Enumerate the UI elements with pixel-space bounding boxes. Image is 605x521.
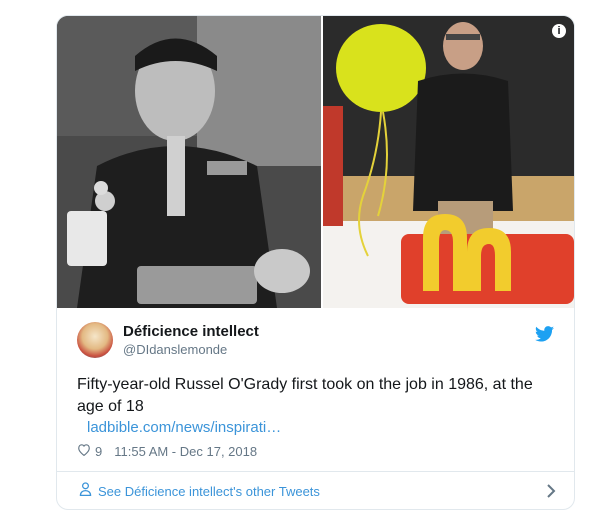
tweet-link[interactable]: ladbible.com/news/inspirati…	[87, 419, 281, 436]
heart-icon[interactable]	[77, 443, 91, 459]
display-name[interactable]: Déficience intellect	[123, 322, 259, 341]
photo-right-illustration	[323, 16, 574, 308]
tweet-text: Fifty-year-old Russel O'Grady first took…	[77, 376, 533, 415]
photo-left-illustration	[57, 16, 321, 308]
person-icon	[79, 482, 92, 501]
timestamp[interactable]: 11:55 AM - Dec 17, 2018	[114, 444, 257, 459]
tweet-photos[interactable]: i	[57, 16, 574, 308]
handle[interactable]: @DIdanslemonde	[123, 341, 259, 358]
info-icon[interactable]: i	[552, 24, 566, 38]
tweet-meta: 9 11:55 AM - Dec 17, 2018	[77, 443, 257, 459]
like-count[interactable]: 9	[95, 444, 102, 459]
see-other-tweets-label[interactable]: See Déficience intellect's other Tweets	[98, 484, 320, 499]
tweet-card[interactable]: i Déficience intellect @DIdanslemonde Fi…	[56, 15, 575, 510]
photo-black-white-young-worker[interactable]	[57, 16, 321, 308]
avatar[interactable]	[77, 322, 113, 358]
see-other-tweets-link[interactable]: See Déficience intellect's other Tweets	[57, 471, 574, 509]
chevron-right-icon[interactable]	[546, 483, 556, 504]
photo-color-man-with-cake[interactable]: i	[323, 16, 574, 308]
tweet-author[interactable]: Déficience intellect @DIdanslemonde	[77, 322, 259, 358]
twitter-bird-icon[interactable]	[535, 326, 554, 347]
